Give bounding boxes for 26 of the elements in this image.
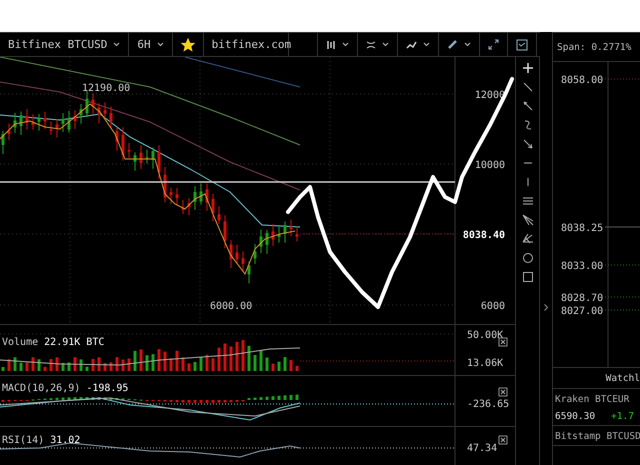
price-axis-label: 10000: [474, 160, 505, 171]
indicator-title: RSI(14) 31.02: [2, 435, 80, 446]
axis-label: -236.65: [467, 399, 510, 410]
order-book-price: 8027.00: [561, 306, 604, 317]
price-axis-label: 6000: [480, 301, 505, 312]
watchlist-symbol[interactable]: Kraken BTCEUR: [555, 394, 638, 405]
axis-label: 47.34: [467, 443, 498, 454]
order-book-price: 8033.00: [561, 261, 604, 272]
indicator-title: MACD(10,26,9) -198.95: [2, 383, 128, 394]
watchlist-change: +1.7: [611, 411, 634, 422]
high-price-label: 12190.00: [82, 83, 130, 94]
indicator-title: Volume 22.91K BTC: [2, 337, 104, 348]
watchlist-symbol[interactable]: Bitstamp BTCUSD: [555, 431, 638, 442]
site-link[interactable]: bitfinex.com: [204, 33, 289, 56]
order-book-price: 8038.25: [561, 223, 604, 234]
interval-dropdown[interactable]: 6H: [129, 33, 173, 56]
span-label: Span: 0.2771%: [553, 32, 640, 62]
axis-label: 13.06K: [467, 358, 504, 369]
low-price-label: 6000.00: [210, 301, 252, 312]
price-axis-label: 8038.40: [462, 230, 505, 241]
axis-label: 50.00K: [467, 330, 504, 341]
symbol-dropdown[interactable]: Bitfinex BTCUSD: [0, 33, 130, 56]
watchlist-title: Watchl: [553, 368, 640, 389]
order-book-price: 8058.00: [561, 75, 604, 86]
watchlist-price: 6590.30: [555, 411, 596, 422]
order-book-price: 8028.70: [561, 293, 604, 304]
